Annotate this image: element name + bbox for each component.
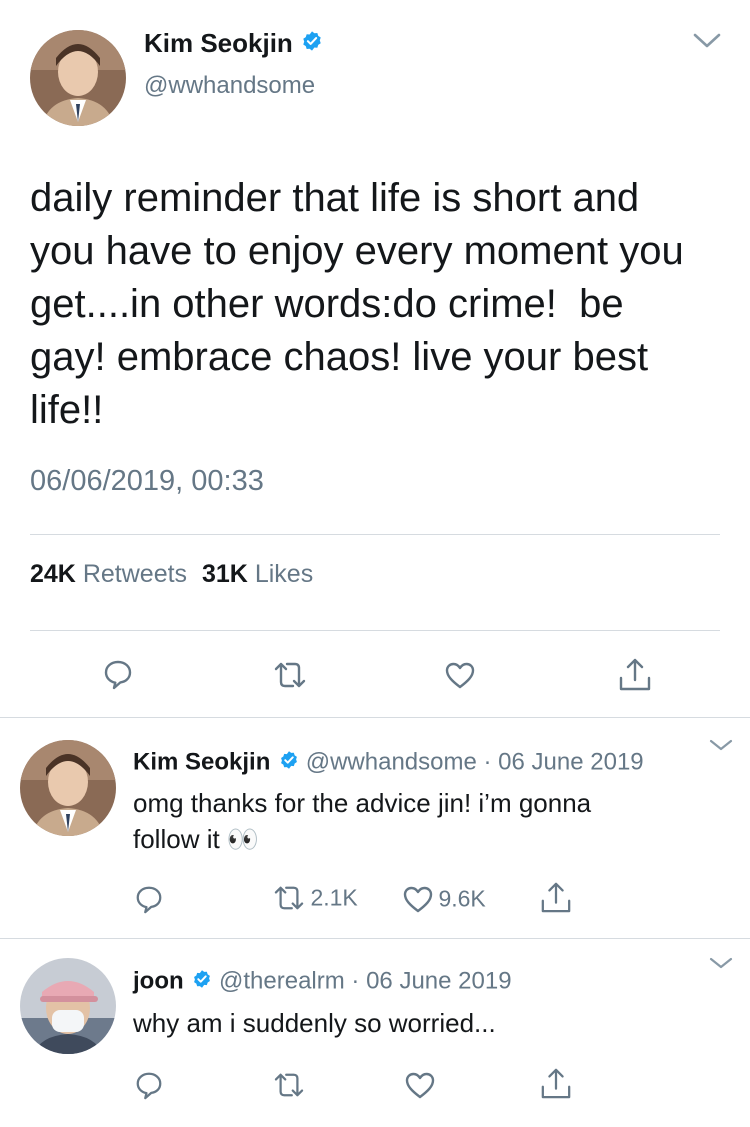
reply-handle[interactable]: @therealrm [219, 968, 345, 995]
tweet-text-line: daily reminder that life is short and [30, 176, 640, 220]
separator-dot: · [351, 967, 360, 995]
like-icon[interactable] [444, 660, 476, 690]
author-name[interactable]: Kim Seokjin [144, 28, 293, 58]
retweet-button[interactable]: 2.1K [272, 884, 358, 912]
reply-icon[interactable] [134, 1070, 164, 1100]
reply-text: omg thanks for the advice jin! i’m gonna… [133, 785, 591, 857]
chevron-down-icon[interactable] [708, 738, 734, 752]
tweet-text-line: life!! [30, 388, 104, 432]
reply-text-line: omg thanks for the advice jin! i’m gonna [133, 788, 592, 818]
retweet-count: 24K [30, 560, 76, 588]
reply-header: Kim Seokjin @wwhandsome · 06 June 2019 [133, 748, 644, 777]
like-count: 9.6K [438, 885, 486, 912]
tweet-timestamp[interactable]: 06/06/2019, 00:33 [30, 465, 264, 498]
reply-text-line: follow it 👀 [133, 824, 260, 854]
reply-date[interactable]: 06 June 2019 [366, 968, 511, 995]
separator-dot: · [483, 748, 492, 776]
retweet-icon[interactable] [272, 660, 308, 690]
avatar[interactable] [30, 30, 126, 126]
reply-icon[interactable] [102, 658, 134, 690]
divider [30, 630, 720, 631]
verified-badge-icon [192, 968, 212, 996]
engagement-stats: 24K Retweets 31K Likes [30, 560, 313, 589]
chevron-down-icon[interactable] [708, 956, 734, 970]
share-icon[interactable] [618, 656, 652, 692]
reply-author-name[interactable]: Kim Seokjin [133, 749, 270, 776]
divider [0, 938, 750, 939]
reply-text-line: why am i suddenly so worried... [133, 1008, 496, 1038]
share-icon[interactable] [540, 1066, 572, 1100]
retweet-icon[interactable] [272, 1071, 306, 1099]
reply-author-name[interactable]: joon [133, 968, 184, 995]
reply-handle[interactable]: @wwhandsome [306, 749, 477, 776]
chevron-down-icon[interactable] [692, 32, 722, 50]
reply-header: joon @therealrm · 06 June 2019 [133, 967, 512, 996]
avatar[interactable] [20, 958, 116, 1054]
tweet-text-line: gay! embrace chaos! live your best [30, 335, 649, 379]
retweet-stat[interactable]: 24K Retweets [30, 560, 194, 588]
like-icon [402, 884, 434, 914]
divider [30, 534, 720, 535]
like-stat[interactable]: 31K Likes [202, 560, 313, 588]
like-count: 31K [202, 560, 248, 588]
reply-icon[interactable] [134, 884, 164, 914]
tweet-text-line: you have to enjoy every moment you [30, 229, 684, 273]
retweet-icon [272, 884, 306, 912]
divider [0, 717, 750, 718]
author-handle[interactable]: @wwhandsome [144, 72, 315, 100]
author-name-row: Kim Seokjin [144, 28, 323, 64]
tweet-text: daily reminder that life is short and yo… [30, 172, 684, 437]
share-icon[interactable] [540, 880, 572, 914]
retweet-label: Retweets [82, 560, 188, 588]
tweet-text-line: get....in other words:do crime! be [30, 282, 624, 326]
like-button[interactable]: 9.6K [402, 884, 486, 914]
reply-text: why am i suddenly so worried... [133, 1005, 496, 1041]
retweet-count: 2.1K [310, 884, 358, 911]
avatar[interactable] [20, 740, 116, 836]
reply-date[interactable]: 06 June 2019 [498, 749, 643, 776]
verified-badge-icon [301, 30, 323, 57]
like-icon[interactable] [404, 1070, 436, 1100]
like-label: Likes [254, 560, 314, 588]
verified-badge-icon [279, 749, 299, 777]
